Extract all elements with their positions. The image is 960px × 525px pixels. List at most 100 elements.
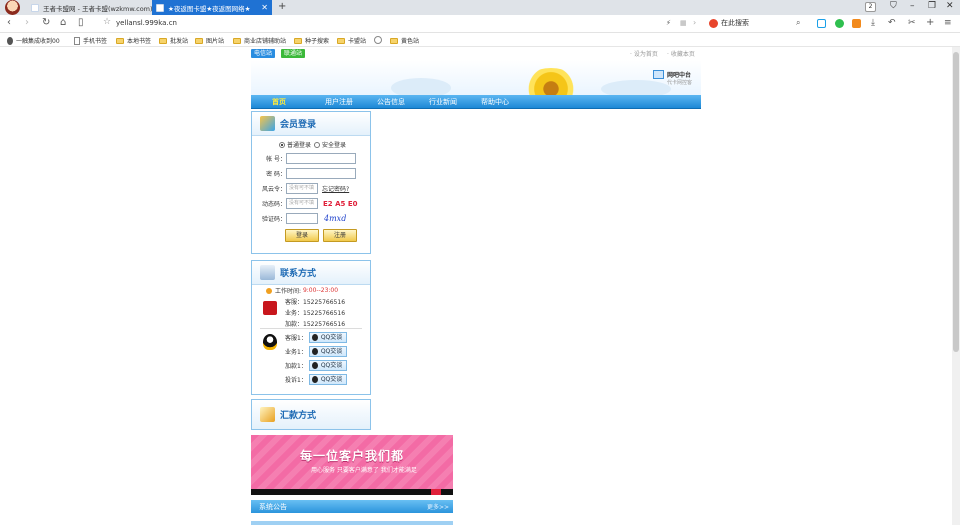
scissors-icon[interactable]: ✂ bbox=[908, 18, 916, 28]
set-homepage-link[interactable]: · 设为首页 bbox=[630, 49, 658, 58]
register-button[interactable]: 注册 bbox=[323, 229, 357, 242]
url-field[interactable]: yellansl.999ka.cn bbox=[116, 19, 177, 27]
star-icon[interactable]: ☆ bbox=[103, 17, 111, 27]
tab-title: 王者卡盟网 - 王者卡盟(wzkmw.com) bbox=[43, 4, 153, 13]
tab-count-badge[interactable]: 2 bbox=[865, 2, 876, 12]
sunflower-image bbox=[521, 68, 581, 95]
panel-header: 联系方式 bbox=[252, 261, 370, 285]
tab-bar: 王者卡盟网 - 王者卡盟(wzkmw.com) ★夜返图卡盟★夜返图网络★ ✕ … bbox=[0, 0, 960, 15]
bookmark-item[interactable]: 种子搜索 bbox=[294, 36, 329, 45]
bookmark-item[interactable]: 批发站 bbox=[159, 36, 188, 45]
scrollbar-thumb[interactable] bbox=[953, 52, 959, 352]
bookmark-page-link[interactable]: · 收藏本页 bbox=[667, 49, 695, 58]
favicon-icon bbox=[156, 3, 164, 12]
dynamic-code-row: 动态码： 没有可不填 E2 A5 E0 bbox=[261, 198, 358, 209]
download-icon[interactable]: ⤓ bbox=[871, 18, 875, 28]
promo-banner[interactable]: 每一位客户我们都 用心服务 只要客户满意了 我们才能满足 bbox=[251, 435, 453, 495]
nav-register[interactable]: 用户注册 bbox=[313, 95, 365, 108]
verify-row: 验证码： 4mxd bbox=[261, 213, 347, 224]
bookmark-item[interactable]: 黄色站 bbox=[390, 36, 419, 45]
telecom-site-button[interactable]: 电信站 bbox=[251, 49, 276, 58]
fengyun-input[interactable]: 没有可不填 bbox=[286, 183, 318, 194]
account-input[interactable] bbox=[286, 153, 356, 164]
phone-line: 客服：15225766516 bbox=[285, 299, 346, 306]
scrollbar[interactable] bbox=[952, 47, 960, 525]
divider bbox=[260, 328, 362, 329]
bolt-icon[interactable]: ⚡ bbox=[666, 19, 671, 27]
nav-home[interactable]: 首页 bbox=[253, 95, 305, 108]
refresh-icon[interactable]: ↻ bbox=[42, 17, 50, 28]
qq-icon bbox=[311, 334, 318, 341]
phone-icon[interactable] bbox=[817, 19, 826, 28]
bookmark-item[interactable]: 本地书签 bbox=[116, 36, 151, 45]
bookmark-item[interactable]: 一触集成收到00 bbox=[7, 36, 60, 45]
back-icon[interactable]: ‹ bbox=[7, 17, 11, 28]
close-tab-icon[interactable]: ✕ bbox=[261, 3, 268, 12]
user-avatar[interactable] bbox=[5, 0, 20, 15]
agent-center-link[interactable]: 网吧中台 代卡网控客 bbox=[653, 70, 692, 86]
favicon-icon bbox=[31, 3, 39, 12]
search-placeholder: 在此搜索 bbox=[721, 19, 749, 27]
forgot-password-link[interactable]: 忘记密码? bbox=[322, 184, 349, 193]
unicom-site-button[interactable]: 联通站 bbox=[281, 49, 306, 58]
qq-chat-button[interactable]: QQ交谈 bbox=[308, 346, 347, 357]
pager-dot[interactable] bbox=[442, 489, 452, 495]
new-tab-icon[interactable]: + bbox=[278, 1, 286, 12]
radio-secure-login[interactable] bbox=[314, 141, 321, 148]
captcha-image[interactable]: 4mxd bbox=[324, 214, 346, 223]
promo-pager bbox=[251, 489, 453, 495]
nav-announcements[interactable]: 公告信息 bbox=[365, 95, 417, 108]
bookmark-item[interactable]: 手机书签 bbox=[74, 36, 107, 45]
radio-normal-login[interactable] bbox=[279, 141, 285, 148]
wechat-icon[interactable] bbox=[835, 19, 844, 28]
reader-icon[interactable]: ▯ bbox=[78, 17, 84, 28]
menu-icon[interactable]: ≡ bbox=[944, 18, 952, 28]
folder-icon bbox=[159, 37, 167, 44]
qq-chat-button[interactable]: QQ交谈 bbox=[308, 374, 347, 385]
shirt-skin-icon[interactable]: ⛉ bbox=[890, 1, 897, 11]
tab-1[interactable]: 王者卡盟网 - 王者卡盟(wzkmw.com) bbox=[27, 0, 153, 15]
bookmark-item[interactable]: 卡盟站 bbox=[337, 36, 366, 45]
bookmark-item[interactable]: 商业店铺辅助站 bbox=[233, 36, 286, 45]
grid-icon[interactable]: ▦ bbox=[680, 19, 687, 27]
nav-industry-news[interactable]: 行业新闻 bbox=[417, 95, 469, 108]
bookmark-item[interactable] bbox=[374, 36, 385, 44]
panel-title: 汇款方式 bbox=[280, 411, 317, 421]
search-engine-icon[interactable] bbox=[709, 18, 718, 28]
home-icon[interactable]: ⌂ bbox=[60, 17, 66, 28]
more-link[interactable]: 更多>> bbox=[427, 502, 449, 511]
work-time: 工作时间: 9:00--23:00 bbox=[266, 286, 338, 295]
user-icon bbox=[7, 36, 13, 45]
bookmark-item[interactable]: 图片站 bbox=[195, 36, 224, 45]
search-box[interactable]: 在此搜索 bbox=[709, 18, 749, 28]
tab-title: ★夜返图卡盟★夜返图网络★ bbox=[168, 4, 251, 13]
add-icon[interactable]: + bbox=[926, 17, 934, 28]
telephone-icon bbox=[263, 301, 277, 315]
verify-code-input[interactable] bbox=[286, 213, 318, 224]
password-input[interactable] bbox=[286, 168, 356, 179]
folder-icon bbox=[337, 37, 345, 44]
close-window-icon[interactable]: ✕ bbox=[946, 1, 954, 11]
members-icon bbox=[260, 116, 275, 131]
folder-icon bbox=[294, 37, 302, 44]
panel-header: 会员登录 bbox=[252, 112, 370, 136]
chevron-right-icon[interactable]: › bbox=[693, 18, 696, 27]
tab-2[interactable]: ★夜返图卡盟★夜返图网络★ ✕ bbox=[152, 0, 272, 15]
pen-paper-icon bbox=[260, 407, 275, 422]
promo-headline: 每一位客户我们都 bbox=[299, 449, 404, 463]
monitor-icon bbox=[653, 70, 664, 79]
building-icon bbox=[260, 265, 275, 280]
qq-chat-button[interactable]: QQ交谈 bbox=[308, 360, 347, 371]
nav-help-center[interactable]: 帮助中心 bbox=[469, 95, 521, 108]
dynamic-code-input[interactable]: 没有可不填 bbox=[286, 198, 318, 209]
undo-icon[interactable]: ↶ bbox=[888, 18, 896, 28]
login-button[interactable]: 登录 bbox=[285, 229, 319, 242]
qq-chat-button[interactable]: QQ交谈 bbox=[308, 332, 347, 343]
qq-row: 加款1： QQ交谈 bbox=[285, 360, 347, 371]
minimize-icon[interactable]: – bbox=[910, 1, 915, 11]
search-icon[interactable]: ⌕ bbox=[796, 18, 800, 28]
maximize-icon[interactable]: ❐ bbox=[928, 1, 936, 11]
forward-icon[interactable]: › bbox=[25, 17, 29, 28]
pager-dot[interactable] bbox=[431, 489, 441, 495]
app-icon[interactable] bbox=[852, 19, 861, 28]
